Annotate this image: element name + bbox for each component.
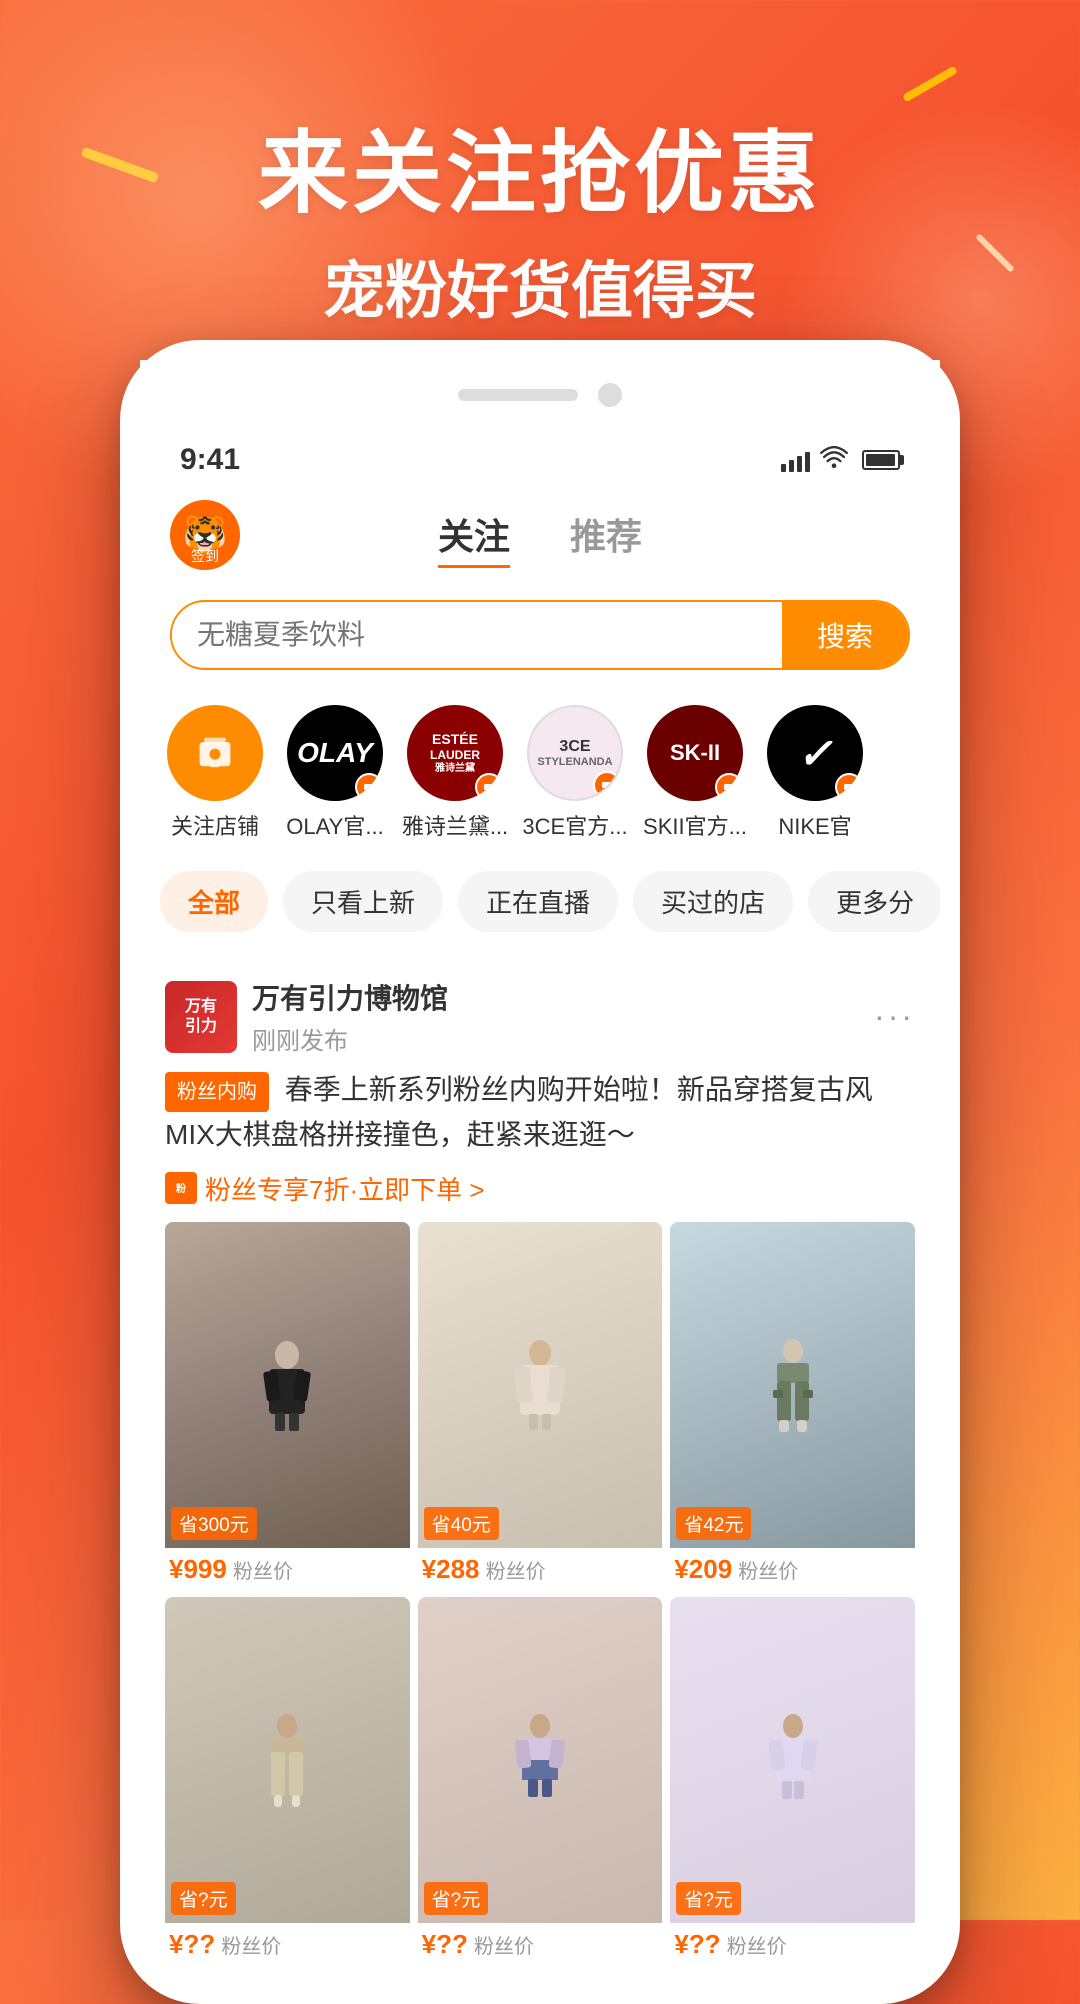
product-img-5: 省?元	[418, 1597, 663, 1923]
hero-text-area: 来关注抢优惠 宠粉好货值得买	[0, 100, 1080, 330]
store-olay-label: OLAY官...	[286, 809, 383, 841]
store-item-skii[interactable]: SK-II SKII官方...	[640, 705, 750, 841]
fan-discount-icon: 粉	[165, 1172, 197, 1204]
product-card-1[interactable]: 省300元 ¥999 粉丝价	[165, 1222, 410, 1589]
phone-screen: 9:41	[140, 430, 940, 1984]
sign-in-label: 签到	[191, 546, 219, 566]
feed-store-avatar[interactable]: 万有引力	[165, 981, 237, 1053]
wifi-icon	[820, 446, 848, 474]
search-bar: 搜索	[170, 600, 910, 670]
product-img-1: 省300元	[165, 1222, 410, 1548]
stores-row: 关注店铺 OLAY OLAY官...	[140, 685, 940, 851]
product-save-badge-6: 省?元	[676, 1882, 741, 1915]
svg-text:粉: 粉	[176, 1182, 186, 1195]
sign-in-button[interactable]: 🐯 签到	[170, 500, 240, 570]
app-header: 🐯 签到 关注 推荐	[140, 490, 940, 585]
filter-tab-all[interactable]: 全部	[160, 871, 268, 932]
filter-tab-new[interactable]: 只看上新	[283, 871, 443, 932]
product-price-2: ¥288 粉丝价	[418, 1548, 663, 1589]
store-item-follow[interactable]: 关注店铺	[160, 705, 270, 841]
product-price-4: ¥?? 粉丝价	[165, 1923, 410, 1964]
ribbon-decoration-1	[902, 66, 958, 103]
store-estee-label: 雅诗兰黛...	[402, 809, 508, 841]
feed-store-info: 万有引力博物馆 刚刚发布	[252, 977, 874, 1056]
phone-camera	[598, 383, 622, 407]
product-save-badge-5: 省?元	[424, 1882, 489, 1915]
product-grid: 省300元 ¥999 粉丝价	[165, 1222, 915, 1964]
product-img-6: 省?元	[670, 1597, 915, 1923]
fan-discount-text: 粉丝专享7折·立即下单 >	[205, 1170, 485, 1207]
status-time: 9:41	[180, 443, 240, 477]
store-item-estee[interactable]: ESTÉE LAUDER 雅诗兰黛 雅诗兰黛...	[400, 705, 510, 841]
follow-stores-avatar	[167, 705, 263, 801]
feed-header: 万有引力 万有引力博物馆 刚刚发布 ···	[165, 977, 915, 1056]
store-item-olay[interactable]: OLAY OLAY官...	[280, 705, 390, 841]
fan-discount-link[interactable]: 粉 粉丝专享7折·立即下单 >	[165, 1170, 915, 1207]
store-follow-label: 关注店铺	[171, 809, 259, 841]
fan-badge: 粉丝内购	[165, 1072, 269, 1112]
store-item-nike[interactable]: ✓ NIKE官	[760, 705, 870, 841]
product-card-4[interactable]: 省?元 ¥?? 粉丝价	[165, 1597, 410, 1964]
phone-mockup: 9:41	[120, 340, 960, 2004]
phone-speaker	[458, 389, 578, 401]
product-price-1: ¥999 粉丝价	[165, 1548, 410, 1589]
header-tabs: 关注 推荐	[260, 503, 820, 568]
product-save-badge-3: 省42元	[676, 1507, 751, 1540]
tab-recommend[interactable]: 推荐	[570, 503, 642, 568]
status-icons	[781, 446, 900, 474]
search-input[interactable]	[172, 619, 782, 651]
tab-follow[interactable]: 关注	[438, 503, 510, 568]
phone-top-hardware	[140, 360, 940, 430]
status-bar: 9:41	[140, 430, 940, 490]
product-save-badge-2: 省40元	[424, 1507, 499, 1540]
store-skii-label: SKII官方...	[643, 809, 747, 841]
filter-tabs-row: 全部 只看上新 正在直播 买过的店 更多分	[140, 856, 940, 947]
product-img-3: 省42元	[670, 1222, 915, 1548]
feed-more-button[interactable]: ···	[874, 998, 915, 1035]
feed-store-name: 万有引力博物馆	[252, 977, 874, 1017]
product-img-4: 省?元	[165, 1597, 410, 1923]
hero-subtitle: 宠粉好货值得买	[0, 240, 1080, 330]
product-save-badge-4: 省?元	[171, 1882, 236, 1915]
search-container: 搜索	[140, 585, 940, 685]
store-nike-label: NIKE官	[778, 809, 851, 841]
filter-tab-more[interactable]: 更多分	[808, 871, 940, 932]
store-item-3ce[interactable]: 3CE STYLENANDA 3CE官方...	[520, 705, 630, 841]
nike-avatar: ✓	[767, 705, 863, 801]
store-3ce-label: 3CE官方...	[522, 809, 627, 841]
filter-tab-bought[interactable]: 买过的店	[633, 871, 793, 932]
feed-post-time: 刚刚发布	[252, 1021, 874, 1056]
3ce-avatar: 3CE STYLENANDA	[527, 705, 623, 801]
product-img-2: 省40元	[418, 1222, 663, 1548]
filter-tab-live[interactable]: 正在直播	[458, 871, 618, 932]
product-card-2[interactable]: 省40元 ¥288 粉丝价	[418, 1222, 663, 1589]
feed-content-text: 粉丝内购 春季上新系列粉丝内购开始啦！新品穿搭复古风MIX大棋盘格拼接撞色，赶紧…	[165, 1068, 915, 1158]
phone-inner-frame: 9:41	[140, 430, 940, 1984]
product-price-6: ¥?? 粉丝价	[670, 1923, 915, 1964]
signal-icon	[781, 448, 810, 472]
search-button[interactable]: 搜索	[782, 602, 908, 668]
product-price-3: ¥209 粉丝价	[670, 1548, 915, 1589]
product-save-badge-1: 省300元	[171, 1507, 257, 1540]
phone-outer-frame: 9:41	[120, 340, 960, 2004]
feed-item: 万有引力 万有引力博物馆 刚刚发布 ··· 粉丝内购 春季上新系列粉丝内购开始啦…	[140, 957, 940, 1984]
product-price-5: ¥?? 粉丝价	[418, 1923, 663, 1964]
hero-title: 来关注抢优惠	[0, 100, 1080, 230]
skii-avatar: SK-II	[647, 705, 743, 801]
battery-icon	[862, 450, 900, 470]
product-card-3[interactable]: 省42元 ¥209 粉丝价	[670, 1222, 915, 1589]
estee-avatar: ESTÉE LAUDER 雅诗兰黛	[407, 705, 503, 801]
product-card-5[interactable]: 省?元 ¥?? 粉丝价	[418, 1597, 663, 1964]
product-card-6[interactable]: 省?元 ¥?? 粉丝价	[670, 1597, 915, 1964]
olay-avatar: OLAY	[287, 705, 383, 801]
